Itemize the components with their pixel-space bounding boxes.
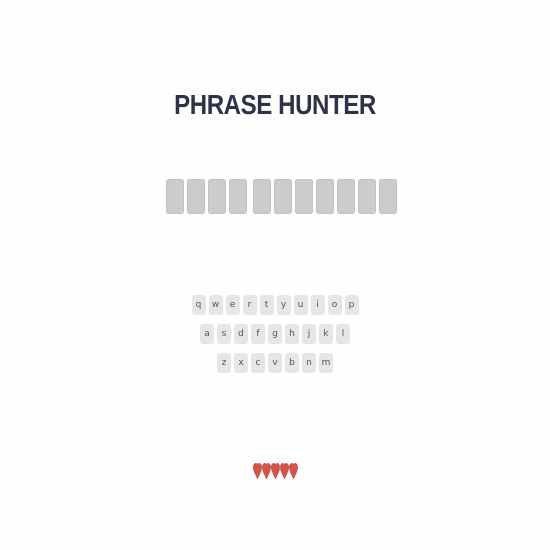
letter-tile-hidden xyxy=(358,179,376,214)
phrase-word xyxy=(253,179,397,214)
key-h[interactable]: h xyxy=(285,324,299,344)
key-e[interactable]: e xyxy=(225,295,240,315)
key-g[interactable]: g xyxy=(268,324,282,344)
keyboard-row: zxcvbnm xyxy=(0,353,550,373)
key-x[interactable]: x xyxy=(234,353,248,373)
key-p[interactable]: p xyxy=(344,295,359,315)
key-w[interactable]: w xyxy=(208,295,223,315)
letter-tile-hidden xyxy=(295,179,313,214)
key-c[interactable]: c xyxy=(251,353,265,373)
letter-tile-hidden xyxy=(274,179,292,214)
key-m[interactable]: m xyxy=(319,353,333,373)
phrase-display xyxy=(166,179,397,214)
heart-icon xyxy=(279,462,289,480)
key-n[interactable]: n xyxy=(302,353,316,373)
key-l[interactable]: l xyxy=(336,324,350,344)
phrase-word xyxy=(166,179,247,214)
letter-tile-hidden xyxy=(187,179,205,214)
heart-icon xyxy=(252,462,262,480)
key-r[interactable]: r xyxy=(242,295,257,315)
key-t[interactable]: t xyxy=(259,295,274,315)
key-v[interactable]: v xyxy=(268,353,282,373)
key-u[interactable]: u xyxy=(293,295,308,315)
letter-tile-hidden xyxy=(337,179,355,214)
key-y[interactable]: y xyxy=(276,295,291,315)
letter-tile-hidden xyxy=(166,179,184,214)
key-q[interactable]: q xyxy=(191,295,206,315)
key-d[interactable]: d xyxy=(234,324,248,344)
heart-icon xyxy=(270,462,280,480)
letter-tile-hidden xyxy=(229,179,247,214)
key-k[interactable]: k xyxy=(319,324,333,344)
lives-scoreboard xyxy=(0,462,550,481)
heart-icon xyxy=(261,462,271,480)
game-title: PHRASE HUNTER xyxy=(174,88,376,120)
key-f[interactable]: f xyxy=(251,324,265,344)
key-j[interactable]: j xyxy=(302,324,316,344)
onscreen-keyboard: qwertyuiop asdfghjkl zxcvbnm xyxy=(0,295,550,382)
key-s[interactable]: s xyxy=(217,324,231,344)
key-o[interactable]: o xyxy=(327,295,342,315)
letter-tile-hidden xyxy=(316,179,334,214)
letter-tile-hidden xyxy=(208,179,226,214)
key-b[interactable]: b xyxy=(285,353,299,373)
letter-tile-hidden xyxy=(253,179,271,214)
key-i[interactable]: i xyxy=(310,295,325,315)
key-a[interactable]: a xyxy=(200,324,214,344)
keyboard-row: qwertyuiop xyxy=(0,295,550,315)
letter-tile-hidden xyxy=(379,179,397,214)
keyboard-row: asdfghjkl xyxy=(0,324,550,344)
key-z[interactable]: z xyxy=(217,353,231,373)
heart-icon xyxy=(288,462,298,480)
game-board: PHRASE HUNTER qwertyuiop asdfghjkl zxcvbnm xyxy=(0,0,550,550)
